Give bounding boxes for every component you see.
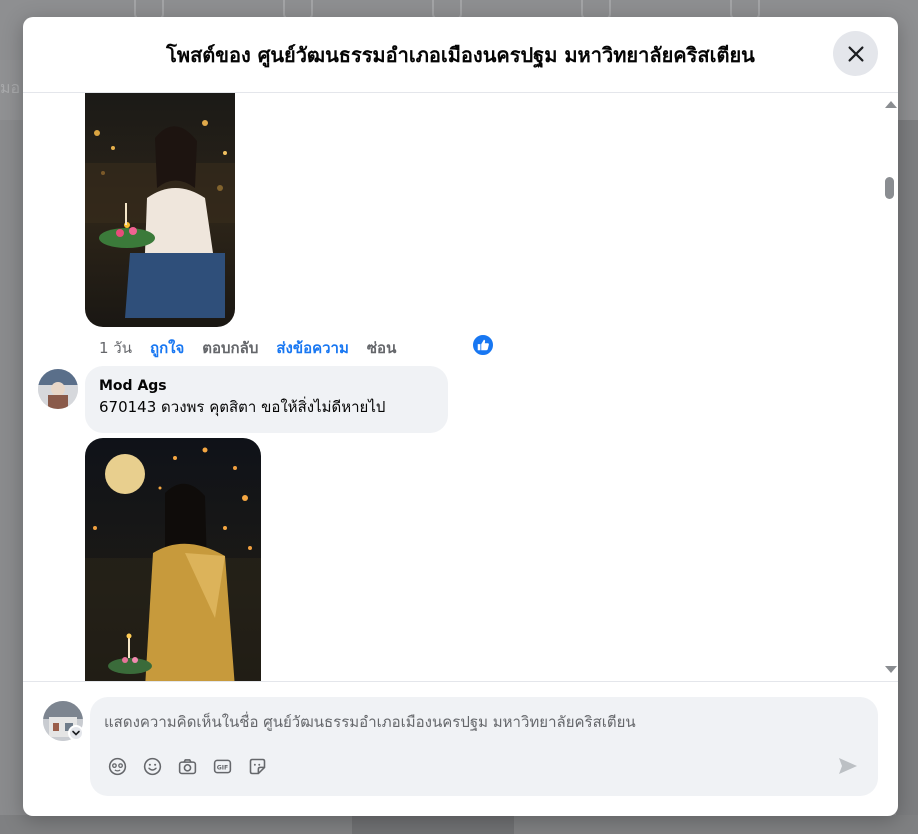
camera-button[interactable] [176, 755, 198, 777]
emoji-button[interactable] [141, 755, 163, 777]
svg-text:GIF: GIF [216, 764, 227, 771]
sticker-icon [249, 758, 265, 774]
profile-switch-button[interactable] [68, 725, 84, 741]
modal-title: โพสต์ของ ศูนย์วัฒนธรรมอำเภอเมืองนครปฐม ม… [166, 42, 755, 67]
gif-button[interactable]: GIF [211, 755, 233, 777]
emoji-icon [143, 757, 161, 775]
thumbs-up-icon [477, 339, 489, 351]
comment-actions: 1 วัน ถูกใจ ตอบกลับ ส่งข้อความ ซ่อน [99, 335, 396, 361]
background-left-text: มอ [0, 60, 24, 120]
camera-icon [178, 758, 196, 774]
avatar [38, 369, 78, 409]
close-icon [847, 45, 864, 62]
like-reaction-badge[interactable] [471, 333, 495, 357]
background-bottom [0, 815, 918, 834]
comment-bubble: Mod Ags 670143 ดวงพร คุตสิตา ขอให้สิ่งไม… [85, 366, 448, 433]
like-link[interactable]: ถูกใจ [150, 336, 184, 360]
photo-illustration [85, 438, 261, 681]
gif-icon: GIF [213, 759, 231, 773]
sticker-button[interactable] [246, 755, 268, 777]
chevron-down-icon [72, 730, 80, 736]
hide-link[interactable]: ซ่อน [367, 336, 396, 360]
comment-time[interactable]: 1 วัน [99, 336, 132, 360]
composer-tools: GIF [106, 755, 268, 777]
scroll-thumb[interactable] [885, 177, 894, 199]
avatar-sticker-icon [108, 757, 126, 775]
send-message-link[interactable]: ส่งข้อความ [276, 336, 349, 360]
modal-header: โพสต์ของ ศูนย์วัฒนธรรมอำเภอเมืองนครปฐม ม… [23, 17, 898, 93]
comment-input[interactable] [104, 707, 844, 737]
reply-link[interactable]: ตอบกลับ [202, 336, 258, 360]
comment-image-lantern-woman[interactable] [85, 438, 261, 681]
scroll-up-arrow-icon[interactable] [885, 101, 897, 108]
comment-composer: GIF [90, 697, 878, 796]
send-button[interactable] [836, 754, 860, 778]
comment-author[interactable]: Mod Ags [99, 376, 434, 396]
comment-image-krathong-girl[interactable] [85, 93, 235, 327]
post-modal: โพสต์ของ ศูนย์วัฒนธรรมอำเภอเมืองนครปฐม ม… [23, 17, 898, 816]
background-right-panel [896, 120, 918, 834]
comments-scroll-area[interactable]: 1 วัน ถูกใจ ตอบกลับ ส่งข้อความ ซ่อน Mod … [23, 93, 898, 681]
photo-illustration [85, 93, 235, 327]
commenter-avatar[interactable] [38, 369, 78, 409]
composer-divider [23, 681, 898, 682]
comment-text: 670143 ดวงพร คุตสิตา ขอให้สิ่งไม่ดีหายไป [99, 398, 386, 416]
scroll-down-arrow-icon[interactable] [885, 666, 897, 673]
avatar-sticker-button[interactable] [106, 755, 128, 777]
close-button[interactable] [833, 31, 878, 76]
scrollbar[interactable] [880, 95, 898, 679]
send-icon [839, 758, 857, 774]
